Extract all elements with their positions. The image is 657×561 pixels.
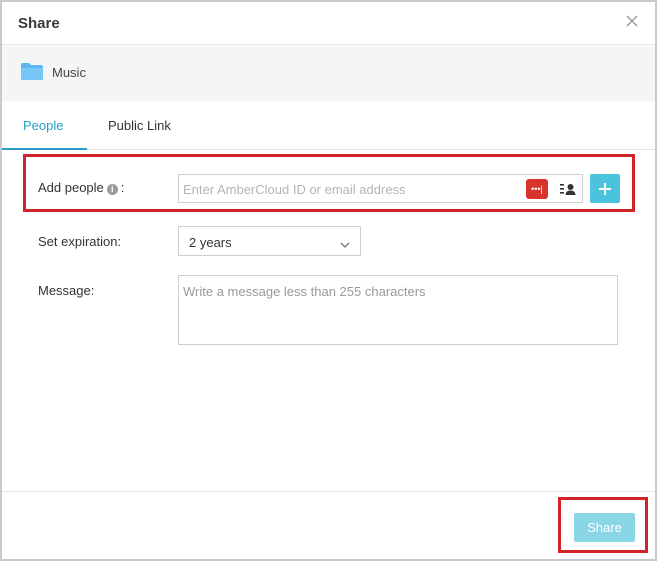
folder-name: Music — [52, 65, 86, 80]
contacts-icon[interactable] — [558, 180, 578, 198]
chevron-down-icon — [340, 237, 350, 248]
footer-divider — [2, 491, 655, 492]
expiration-value: 2 years — [189, 235, 232, 250]
add-people-label-group: Add people i: — [38, 180, 124, 195]
tab-people[interactable]: People — [23, 118, 63, 133]
message-textarea[interactable] — [178, 275, 618, 345]
close-icon[interactable] — [625, 14, 639, 28]
add-people-label: Add people — [38, 180, 104, 195]
lastpass-icon[interactable]: •••| — [526, 179, 548, 199]
share-dialog: Share Music People Public Link Add peopl… — [0, 0, 657, 561]
expiration-label: Set expiration: — [38, 234, 122, 249]
add-person-button[interactable] — [590, 174, 620, 203]
tab-public-link[interactable]: Public Link — [108, 118, 171, 133]
expiration-select[interactable]: 2 years — [178, 226, 361, 256]
active-tab-indicator — [2, 148, 87, 150]
add-people-colon: : — [120, 180, 125, 195]
breadcrumb: Music — [2, 46, 655, 101]
info-icon[interactable]: i — [106, 184, 118, 195]
message-label: Message: — [38, 283, 95, 298]
tab-bar: People Public Link — [2, 101, 655, 150]
share-button[interactable]: Share — [574, 513, 635, 542]
dialog-title: Share — [18, 15, 60, 32]
folder-icon — [20, 62, 44, 81]
people-input[interactable] — [183, 179, 518, 199]
dialog-header: Share — [2, 2, 655, 45]
people-input-box: •••| — [178, 174, 583, 203]
